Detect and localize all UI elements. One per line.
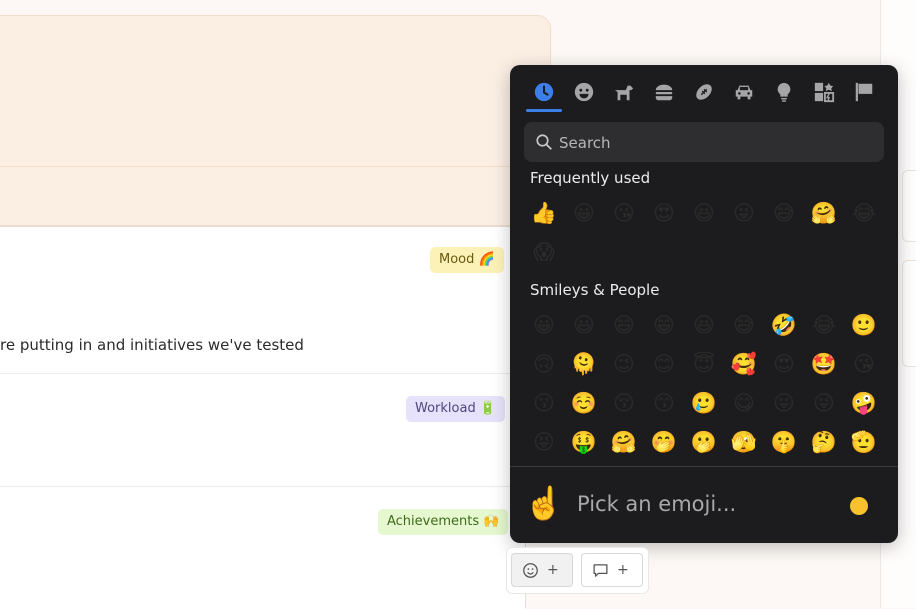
emoji-item[interactable]: 😀 <box>564 194 604 233</box>
category-bar <box>524 73 884 112</box>
add-reaction-plus: + <box>547 562 559 578</box>
emoji-item[interactable]: 😍 <box>764 345 804 384</box>
emoji-item[interactable]: 🙂 <box>844 306 884 345</box>
right-sidebar-card <box>902 260 916 367</box>
emoji-item[interactable]: 🥲 <box>684 384 724 423</box>
emoji-item[interactable]: 😊 <box>644 345 684 384</box>
emoji-item[interactable]: 😱 <box>524 233 564 272</box>
add-reaction-button[interactable]: + <box>511 553 573 587</box>
smileys-emoji-grid: 😀 😃 😄 😁 😆 😅 🤣 😂 🙂 🙃 🫠 😉 😊 😇 🥰 😍 🤩 😘 😗 ☺️ 😚 😙 🥲 😋 😛 😜 🤪 😝 🤑 🤗 🤭 🫢 🫣 🤫 🤔 🫡 <box>524 306 884 462</box>
category-travel[interactable] <box>724 73 764 111</box>
emoji-item[interactable]: 😆 <box>684 194 724 233</box>
dog-icon <box>614 85 634 101</box>
emoji-picker: Frequently used 👍😀😘😍😆😜😅🤗😂😱 Smileys & Peo… <box>510 65 898 543</box>
smiley-icon <box>574 82 594 102</box>
emoji-search[interactable] <box>524 122 884 164</box>
emoji-item[interactable]: 🤔 <box>804 423 844 462</box>
emoji-item[interactable]: 😃 <box>564 306 604 345</box>
emoji-item[interactable]: 😀 <box>524 306 564 345</box>
emoji-item[interactable]: 🙃 <box>524 345 564 384</box>
category-objects[interactable] <box>764 73 804 111</box>
clock-icon <box>534 82 554 102</box>
emoji-item[interactable]: 👍 <box>524 194 564 233</box>
section-title-smileys: Smileys & People <box>530 281 660 299</box>
emoji-item[interactable]: 🤗 <box>604 423 644 462</box>
emoji-item[interactable]: ☺️ <box>564 384 604 423</box>
category-flags[interactable] <box>844 73 884 111</box>
emoji-item[interactable]: 😚 <box>604 384 644 423</box>
search-icon <box>536 134 552 150</box>
section-title-frequent: Frequently used <box>530 169 651 187</box>
emoji-item[interactable]: 😅 <box>724 306 764 345</box>
emoji-item[interactable]: 🫢 <box>684 423 724 462</box>
emoji-item[interactable]: 😆 <box>684 306 724 345</box>
emoji-item[interactable]: 😜 <box>724 194 764 233</box>
emoji-item[interactable]: 🤩 <box>804 345 844 384</box>
card-divider <box>0 166 530 167</box>
emoji-item[interactable]: 😉 <box>604 345 644 384</box>
symbols-icon <box>814 82 835 103</box>
emoji-item[interactable]: 🤑 <box>564 423 604 462</box>
emoji-item[interactable]: 😝 <box>524 423 564 462</box>
add-comment-plus: + <box>617 562 629 578</box>
row-divider <box>0 373 525 374</box>
workload-tag[interactable]: Workload 🔋 <box>406 396 506 422</box>
emoji-item[interactable]: 😘 <box>844 345 884 384</box>
flag-icon <box>855 82 873 102</box>
lightbulb-icon <box>777 82 791 102</box>
category-activities[interactable] <box>684 73 724 111</box>
skin-tone-selector[interactable] <box>850 497 868 515</box>
emoji-item[interactable]: 😇 <box>684 345 724 384</box>
emoji-item[interactable]: 😂 <box>804 306 844 345</box>
emoji-item[interactable]: 🤭 <box>644 423 684 462</box>
emoji-item[interactable]: 🫣 <box>724 423 764 462</box>
car-icon <box>735 85 753 100</box>
emoji-item[interactable]: 😍 <box>644 194 684 233</box>
emoji-item[interactable]: 😅 <box>764 194 804 233</box>
comment-icon <box>593 563 608 577</box>
emoji-item[interactable]: 😘 <box>604 194 644 233</box>
right-sidebar-card <box>902 170 916 242</box>
football-icon <box>696 84 712 100</box>
emoji-item[interactable]: 😂 <box>844 194 884 233</box>
emoji-item[interactable]: 😙 <box>644 384 684 423</box>
emoji-item[interactable]: 😗 <box>524 384 564 423</box>
emoji-item[interactable]: 🫠 <box>564 345 604 384</box>
smiley-outline-icon <box>523 562 538 578</box>
achievements-tag[interactable]: Achievements 🙌 <box>378 509 509 535</box>
emoji-item[interactable]: 🤣 <box>764 306 804 345</box>
emoji-item[interactable]: 😛 <box>764 384 804 423</box>
preview-emoji: ☝️ <box>524 484 564 522</box>
emoji-item[interactable]: 😋 <box>724 384 764 423</box>
emoji-item[interactable]: 🤪 <box>844 384 884 423</box>
preview-label: Pick an emoji... <box>577 492 737 516</box>
emoji-item[interactable]: 🫡 <box>844 423 884 462</box>
category-smileys[interactable] <box>564 73 604 111</box>
reaction-toolbar: + + <box>506 547 649 594</box>
search-input[interactable] <box>557 122 881 164</box>
emoji-item[interactable]: 😄 <box>604 306 644 345</box>
emoji-item[interactable]: 🤫 <box>764 423 804 462</box>
mood-tag[interactable]: Mood 🌈 <box>430 247 504 273</box>
emoji-item[interactable]: 😜 <box>804 384 844 423</box>
emoji-item[interactable]: 🥰 <box>724 345 764 384</box>
footer-divider <box>510 466 898 467</box>
row-divider <box>0 486 525 487</box>
body-text: re putting in and initiatives we've test… <box>0 336 304 354</box>
add-comment-button[interactable]: + <box>581 553 643 587</box>
top-card <box>0 15 551 226</box>
category-animals[interactable] <box>604 73 644 111</box>
category-symbols[interactable] <box>804 73 844 111</box>
emoji-item[interactable]: 😁 <box>644 306 684 345</box>
category-recent[interactable] <box>524 73 564 112</box>
category-food[interactable] <box>644 73 684 111</box>
burger-icon <box>655 84 673 101</box>
frequent-emoji-grid: 👍 😀 😘 😍 😆 😜 😅 🤗 😂 😱 <box>524 194 884 272</box>
emoji-item[interactable]: 🤗 <box>804 194 844 233</box>
